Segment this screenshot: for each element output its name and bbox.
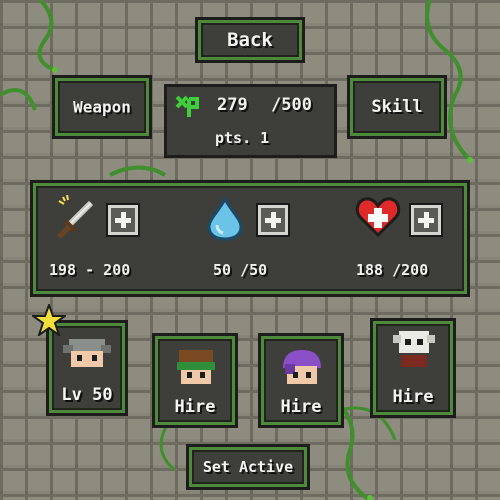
sword-icon	[57, 195, 94, 239]
hero-slot-4[interactable]: Hire	[370, 318, 456, 418]
skill-button-label: Skill	[371, 97, 423, 117]
back-button[interactable]: Back	[195, 17, 305, 63]
skill-points: pts. 1	[215, 129, 270, 147]
xp-current: 279	[217, 95, 248, 115]
xp-icon	[175, 95, 199, 117]
xp-max: /500	[271, 95, 312, 115]
hero-slot-2-label: Hire	[174, 397, 216, 417]
water-drop-icon	[207, 197, 243, 241]
skill-button[interactable]: Skill	[347, 75, 447, 139]
grey-hair-hero-icon	[63, 339, 111, 367]
skull-helmet-hero-icon	[393, 331, 435, 367]
health-plus-button[interactable]	[411, 205, 441, 235]
star-icon	[32, 304, 66, 336]
hero-slot-4-label: Hire	[392, 387, 434, 407]
hero-slot-2[interactable]: Hire	[152, 333, 238, 428]
attack-value: 198 - 200	[49, 261, 131, 279]
heart-icon	[355, 197, 401, 238]
attack-plus-button[interactable]	[108, 205, 138, 235]
purple-hood-hero-icon	[283, 350, 321, 384]
weapon-button-label: Weapon	[73, 97, 131, 117]
back-button-label: Back	[227, 29, 273, 51]
stats-panel: 198 - 200 50 /50 188 /200	[30, 180, 470, 297]
game-screen: Back Weapon 279 /500 pts. 1 Skill 198 - …	[0, 0, 500, 500]
set-active-button[interactable]: Set Active	[186, 444, 310, 490]
mana-plus-button[interactable]	[258, 205, 288, 235]
health-value: 188 /200	[356, 261, 429, 279]
bandana-hero-icon	[177, 350, 215, 384]
hero-slot-3[interactable]: Hire	[258, 333, 344, 428]
xp-panel: 279 /500 pts. 1	[164, 84, 337, 158]
weapon-button[interactable]: Weapon	[52, 75, 152, 139]
mana-value: 50 /50	[213, 261, 268, 279]
set-active-button-label: Set Active	[202, 458, 294, 476]
hero-slot-3-label: Hire	[280, 397, 322, 417]
hero-slot-1-label: Lv 50	[61, 385, 113, 405]
